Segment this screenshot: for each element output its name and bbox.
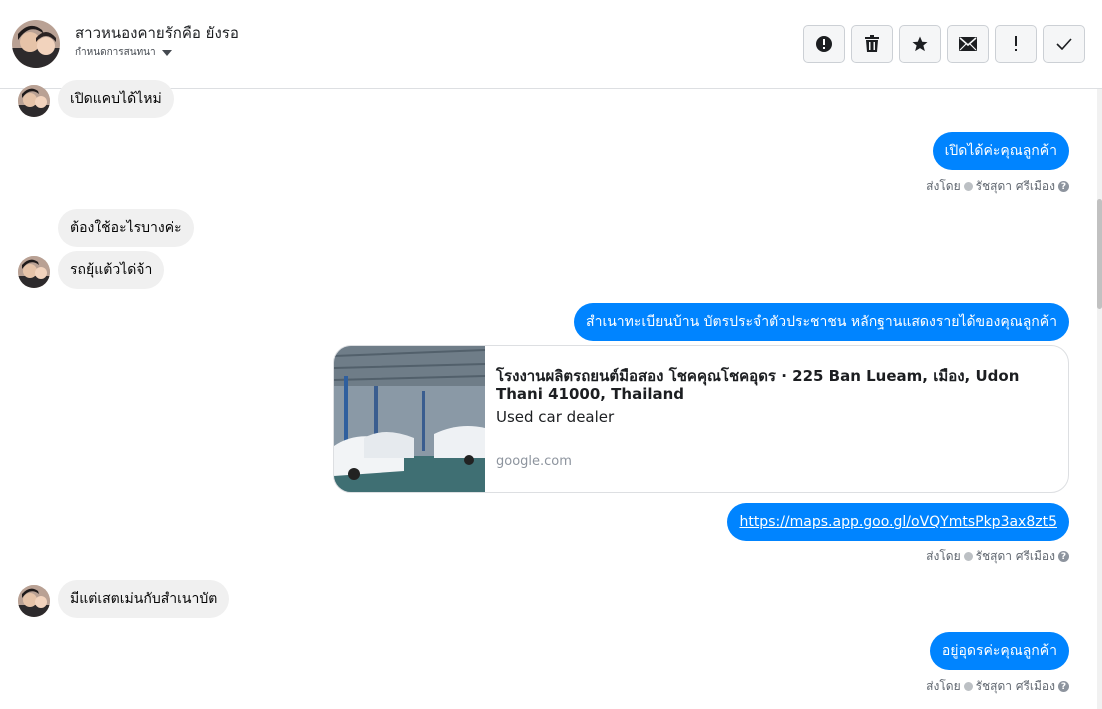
agent-status-icon	[963, 682, 973, 691]
exclamation-icon	[1015, 36, 1017, 51]
sent-by-agent: รัชสุดา ศรีเมือง	[975, 179, 1055, 193]
sent-by-prefix: ส่งโดย	[926, 549, 961, 563]
incoming-message[interactable]: ต้องใช้อะไรบางค่ะ	[58, 209, 194, 247]
star-icon	[912, 36, 928, 52]
link-preview-image	[334, 346, 486, 492]
trash-icon	[865, 35, 879, 52]
incoming-message[interactable]: รถยุ้แต้วได่จ้า	[58, 251, 165, 289]
sent-by-info: ส่งโดย รัชสุดา ศรีเมือง ?	[926, 677, 1069, 696]
conversation-header: สาวหนองคายรักคือ ยังรอ กำหนดการสนทนา	[0, 0, 1102, 89]
contact-avatar-small	[18, 256, 50, 288]
done-button[interactable]	[1043, 25, 1085, 63]
envelope-icon	[959, 37, 977, 51]
thread-scrollbar[interactable]	[1097, 89, 1102, 709]
help-icon[interactable]: ?	[1058, 181, 1069, 192]
assign-label: กำหนดการสนทนา	[75, 47, 156, 58]
agent-status-icon	[963, 552, 973, 561]
sent-by-prefix: ส่งโดย	[926, 679, 961, 693]
link-preview-domain: google.com	[496, 454, 572, 469]
star-button[interactable]	[899, 25, 941, 63]
scrollbar-thumb[interactable]	[1097, 199, 1102, 309]
outgoing-message[interactable]: เปิดได้ค่ะคุณลูกค้า	[932, 132, 1069, 170]
alert-circle-icon	[816, 36, 832, 52]
sent-by-info: ส่งโดย รัชสุดา ศรีเมือง ?	[926, 547, 1069, 566]
help-icon[interactable]: ?	[1058, 681, 1069, 692]
mark-unread-button[interactable]	[947, 25, 989, 63]
incoming-message[interactable]: มีแต่เสตเม่นกับสำเนาบัต	[58, 580, 230, 618]
contact-avatar-small	[18, 585, 50, 617]
assign-conversation-dropdown[interactable]: กำหนดการสนทนา	[75, 45, 172, 60]
spam-button[interactable]	[803, 25, 845, 63]
delete-button[interactable]	[851, 25, 893, 63]
message-link[interactable]: https://maps.app.goo.gl/oVQYmtsPkp3ax8zt…	[739, 514, 1057, 530]
caret-down-icon	[161, 49, 172, 56]
outgoing-message[interactable]: สำเนาทะเบียนบ้าน บัตรประจำตัวประชาชน หลั…	[574, 303, 1069, 341]
contact-avatar[interactable]	[12, 20, 60, 68]
sent-by-agent: รัชสุดา ศรีเมือง	[975, 549, 1055, 563]
link-preview-description: Used car dealer	[496, 408, 615, 426]
link-preview-card[interactable]: โรงงานผลิตรถยนต์มือสอง โชคคุณโชคอุดร · 2…	[333, 345, 1069, 493]
help-icon[interactable]: ?	[1058, 551, 1069, 562]
contact-name: สาวหนองคายรักคือ ยังรอ	[75, 24, 239, 42]
outgoing-link-message[interactable]: https://maps.app.goo.gl/oVQYmtsPkp3ax8zt…	[727, 503, 1069, 541]
sent-by-info: ส่งโดย รัชสุดา ศรีเมือง ?	[926, 177, 1069, 196]
header-actions	[803, 25, 1085, 63]
sent-by-prefix: ส่งโดย	[926, 179, 961, 193]
link-preview-title[interactable]: โรงงานผลิตรถยนต์มือสอง โชคคุณโชคอุดร · 2…	[496, 367, 1056, 403]
agent-status-icon	[963, 182, 973, 191]
outgoing-message[interactable]: อยู่อุดรค่ะคุณลูกค้า	[929, 632, 1069, 670]
incoming-message[interactable]: เปิดแคบได้ไหม่	[58, 80, 174, 118]
follow-up-button[interactable]	[995, 25, 1037, 63]
checkmark-icon	[1056, 38, 1072, 50]
sent-by-agent: รัชสุดา ศรีเมือง	[975, 679, 1055, 693]
contact-avatar-small	[18, 85, 50, 117]
